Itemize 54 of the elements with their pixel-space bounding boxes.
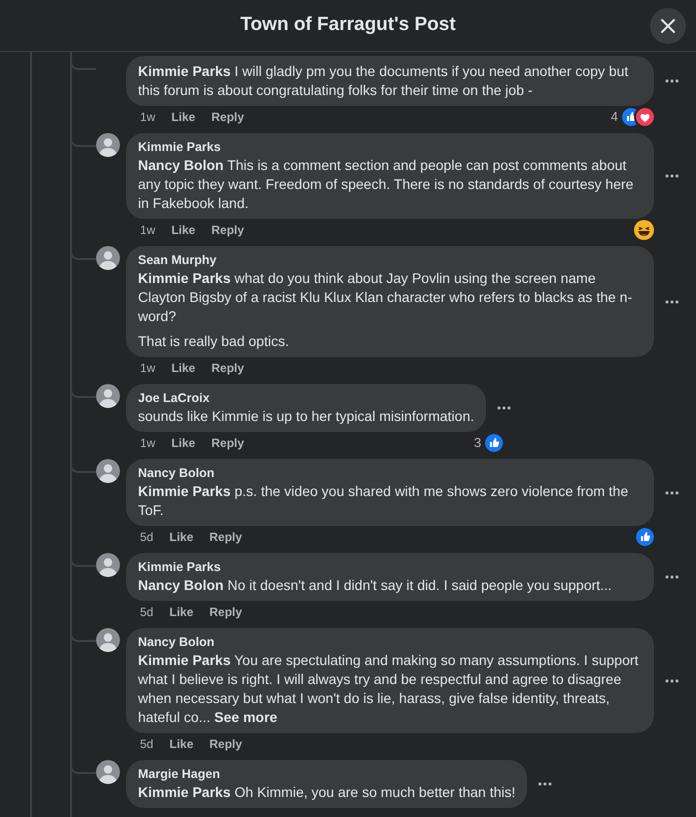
dialog-title: Town of Farragut's Post — [240, 13, 456, 38]
close-button[interactable] — [650, 8, 686, 44]
comment-author[interactable]: Nancy Bolon — [138, 634, 642, 651]
comment-text: Nancy Bolon This is a comment section and people can post comments about any topic they want. Freedom of speech. There is no standards of courtesy here in Fakebook land. — [138, 156, 634, 213]
avatar[interactable] — [96, 553, 120, 577]
heart-icon — [636, 108, 654, 126]
like-link[interactable]: Like — [171, 221, 196, 239]
comment-text: sounds like Kimmie is up to her typical misinformation. — [138, 407, 474, 426]
avatar[interactable] — [96, 760, 120, 784]
comment-time[interactable]: 5d — [140, 528, 154, 546]
reply-link[interactable]: Reply — [209, 528, 242, 546]
thumbs-up-icon — [485, 434, 504, 452]
comment-author[interactable]: Margie Hagen — [138, 766, 516, 783]
reply-link[interactable]: Reply — [211, 434, 244, 452]
thumbs-up-icon — [636, 528, 654, 546]
see-more-link[interactable]: See more — [214, 709, 278, 725]
laughing-emoji-icon — [634, 220, 654, 240]
like-link[interactable]: Like — [171, 434, 196, 452]
comment-text: Kimmie Parks Oh Kimmie, you are so much better than this! — [138, 783, 516, 802]
like-link[interactable]: Like — [171, 359, 196, 377]
like-link[interactable]: Like — [171, 108, 196, 126]
comment-text: Kimmie Parks I will gladly pm you the documents if you need another copy but this forum is about congratulating folks for their time on the job - — [138, 62, 630, 100]
reply-link[interactable]: Reply — [209, 603, 242, 621]
reply-link[interactable]: Reply — [209, 735, 242, 753]
comment-time[interactable]: 1w — [140, 434, 156, 452]
reaction-count[interactable]: 4 — [610, 107, 618, 127]
comment-author[interactable]: Sean Murphy — [138, 252, 642, 269]
comment-text: Kimmie Parks p.s. the video you shared with me shows zero violence from the ToF. — [138, 482, 630, 520]
like-link[interactable]: Like — [169, 735, 194, 753]
reaction-count[interactable]: 3 — [474, 433, 482, 453]
reply-link[interactable]: Reply — [211, 359, 244, 377]
comment-time[interactable]: 5d — [140, 603, 154, 621]
comment-text: Kimmie Parks You are spectulating and making so many assumptions. I support what I believe is right. I will always try and be respectful and agree to disagree when necessary but what I won't do is lie, harass, give false identity, threats, hateful co... See more — [138, 651, 640, 727]
reply-link[interactable]: Reply — [211, 221, 244, 239]
comment-time[interactable]: 1w — [140, 221, 156, 239]
avatar[interactable] — [96, 246, 120, 270]
like-link[interactable]: Like — [169, 528, 194, 546]
comment-author[interactable]: Kimmie Parks — [138, 139, 642, 156]
comment-text: Nancy Bolon No it doesn't and I didn't say it did. I said people you support... — [138, 576, 613, 595]
avatar[interactable] — [96, 384, 120, 408]
like-link[interactable]: Like — [169, 603, 194, 621]
comment-time[interactable]: 5d — [140, 735, 154, 753]
avatar[interactable] — [96, 628, 120, 652]
avatar[interactable] — [96, 133, 120, 157]
avatar[interactable] — [96, 459, 120, 483]
comment-time[interactable]: 1w — [140, 359, 156, 377]
comment-text: That is really bad optics. — [138, 332, 290, 351]
reply-link[interactable]: Reply — [211, 108, 244, 126]
comment-time[interactable]: 1w — [140, 108, 156, 126]
comment-author[interactable]: Joe LaCroix — [138, 390, 474, 407]
comment-text: Kimmie Parks what do you think about Jay Povlin using the screen name Clayton Bigsby of a racist Klu Klux Klan character who refers to blacks as the n-word? — [138, 269, 634, 326]
comment-author[interactable]: Kimmie Parks — [138, 559, 642, 576]
close-icon — [660, 18, 676, 34]
comment-author[interactable]: Nancy Bolon — [138, 465, 642, 482]
